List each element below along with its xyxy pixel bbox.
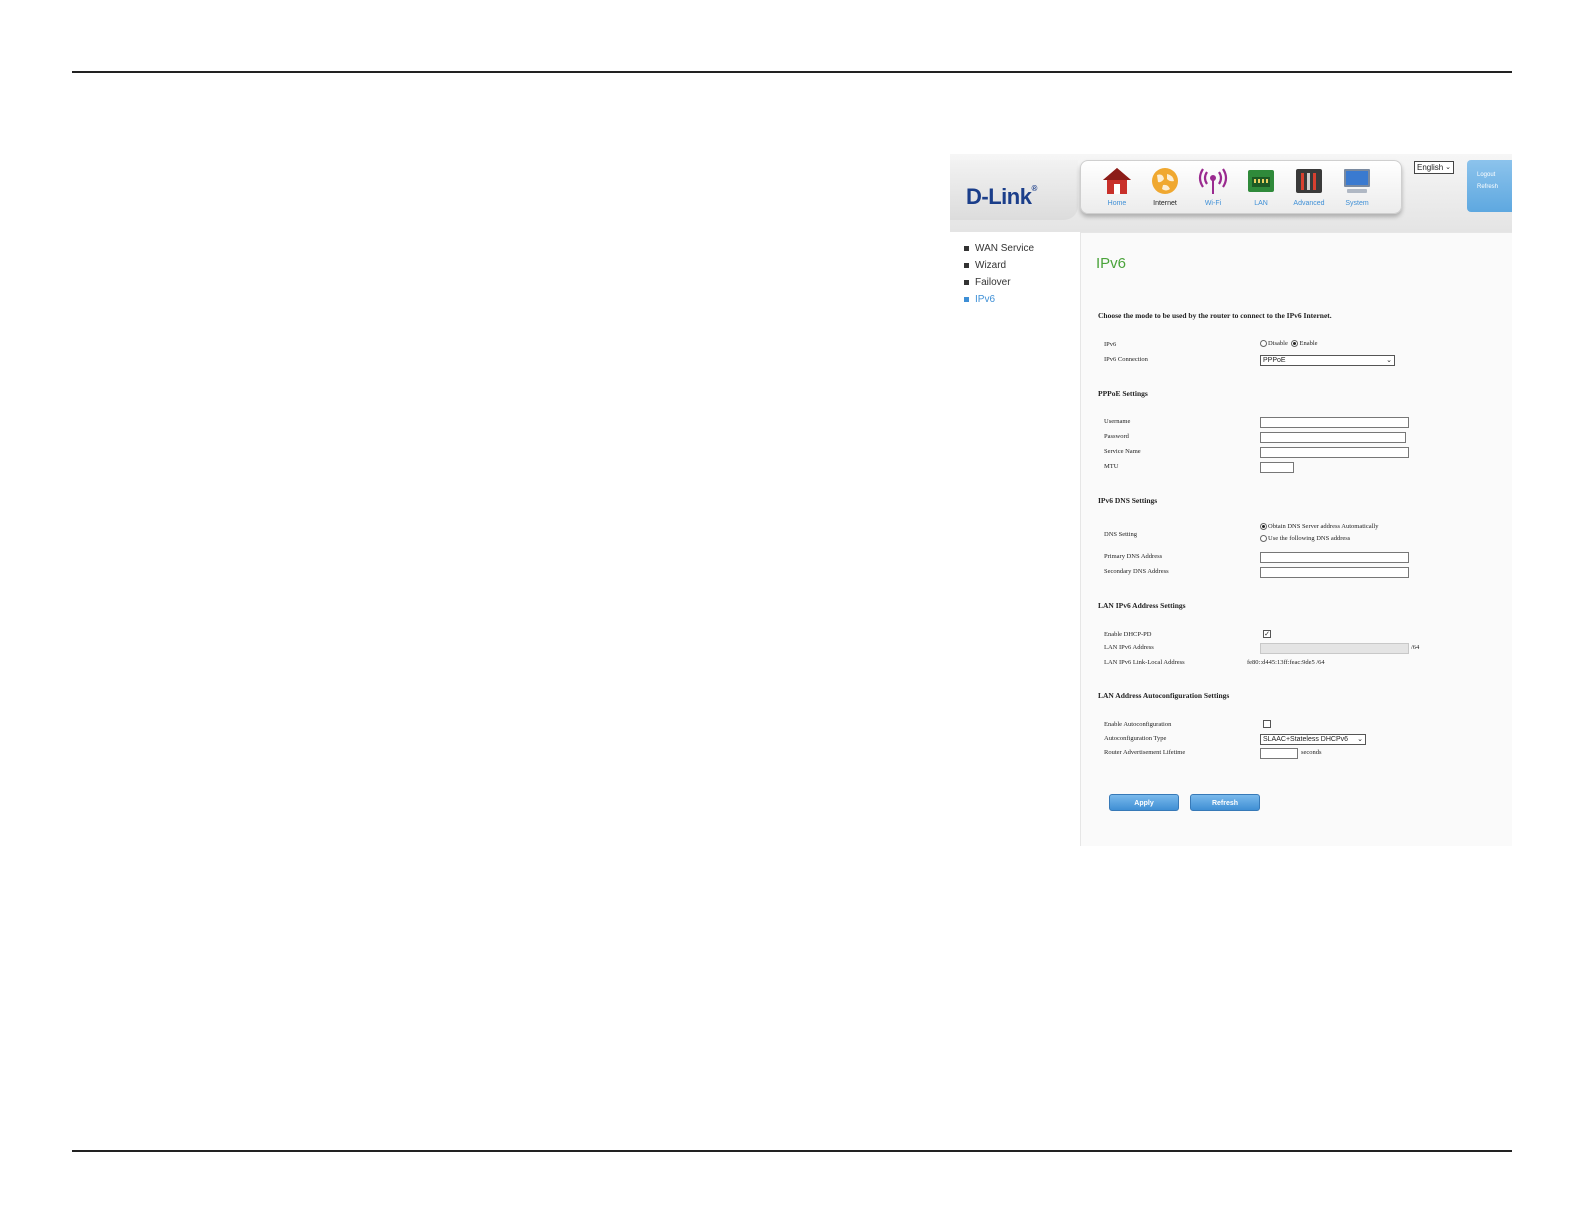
bullet-icon [964, 262, 969, 268]
chevron-down-icon: ⌄ [1357, 736, 1363, 743]
nav-internet[interactable]: Internet [1141, 165, 1189, 211]
page-title: IPv6 [1096, 255, 1127, 272]
password-label: Password [1104, 433, 1129, 440]
secondary-dns-label: Secondary DNS Address [1104, 568, 1169, 575]
nav-advanced-label: Advanced [1293, 200, 1325, 207]
nav-wifi-label: Wi-Fi [1204, 200, 1222, 207]
service-name-label: Service Name [1104, 448, 1141, 455]
sidebar-item-label: Failover [975, 277, 1011, 288]
chevron-down-icon: ⌄ [1386, 357, 1392, 364]
secondary-dns-input[interactable] [1260, 567, 1409, 578]
ra-lifetime-unit: seconds [1301, 749, 1322, 756]
dns-auto-option: Obtain DNS Server address Automatically [1260, 523, 1380, 531]
lan-ipv6-address-input [1260, 643, 1409, 654]
mtu-input[interactable] [1260, 462, 1294, 473]
main-content: IPv6 Choose the mode to be used by the r… [1080, 232, 1512, 846]
apply-button[interactable]: Apply [1109, 794, 1179, 811]
dns-section-title: IPv6 DNS Settings [1098, 496, 1158, 505]
nav-lan[interactable]: LAN [1237, 165, 1285, 211]
dhcp-pd-label: Enable DHCP-PD [1104, 631, 1152, 638]
wifi-icon [1198, 168, 1228, 194]
logo-panel: D-Link® [950, 160, 1078, 220]
sidebar-item-ipv6[interactable]: IPv6 [964, 291, 1080, 308]
logout-link[interactable]: Logout [1467, 160, 1512, 178]
dns-auto-label: Obtain DNS Server address Automatically [1268, 523, 1379, 531]
nav-home-label: Home [1107, 200, 1127, 207]
ipv6-connection-select[interactable]: PPPoE ⌄ [1260, 355, 1395, 366]
pppoe-section-title: PPPoE Settings [1098, 389, 1148, 398]
bottom-rule [72, 1150, 1512, 1152]
ipv6-label: IPv6 [1104, 341, 1117, 348]
sidebar-item-wan-service[interactable]: WAN Service [964, 240, 1080, 257]
tools-icon [1296, 169, 1322, 193]
autoconf-type-label: Autoconfiguration Type [1104, 735, 1167, 742]
username-input[interactable] [1260, 417, 1409, 428]
sidebar-item-label: IPv6 [975, 294, 996, 305]
refresh-link[interactable]: Refresh [1467, 178, 1512, 190]
top-rule [72, 71, 1512, 73]
bullet-icon [964, 245, 969, 251]
username-label: Username [1104, 418, 1131, 425]
enable-autoconf-label: Enable Autoconfiguration [1104, 721, 1172, 728]
lan-port-icon [1248, 170, 1274, 192]
sidebar-item-failover[interactable]: Failover [964, 274, 1080, 291]
lan-ipv6-prefix: /64 [1411, 644, 1420, 651]
service-name-input[interactable] [1260, 447, 1409, 458]
nav-internet-label: Internet [1153, 200, 1177, 207]
language-value: English [1417, 163, 1444, 172]
sidebar-item-label: Wizard [975, 260, 1007, 271]
chevron-down-icon: ⌄ [1445, 164, 1451, 171]
dns-auto-radio[interactable] [1260, 523, 1267, 531]
autoconf-section-title: LAN Address Autoconfiguration Settings [1098, 691, 1230, 700]
nav-system-label: System [1345, 200, 1369, 207]
mtu-label: MTU [1104, 463, 1119, 470]
dhcp-pd-checkbox[interactable]: ✓ [1263, 630, 1271, 638]
enable-autoconf-checkbox[interactable] [1263, 720, 1271, 728]
account-tab: Logout Refresh [1467, 160, 1512, 212]
ipv6-disable-label: Disable [1268, 340, 1288, 348]
bullet-icon [964, 279, 969, 285]
lan-ipv6-address-label: LAN IPv6 Address [1104, 644, 1154, 651]
intro-text: Choose the mode to be used by the router… [1098, 311, 1332, 320]
ipv6-disable-radio[interactable] [1260, 340, 1267, 348]
top-navbar: Home Internet Wi-Fi LAN Advanced System [1080, 160, 1402, 214]
sidebar-item-label: WAN Service [975, 243, 1035, 254]
sidebar-item-wizard[interactable]: Wizard [964, 257, 1080, 274]
ipv6-radio-group: Disable Enable [1260, 340, 1320, 348]
autoconf-type-select[interactable]: SLAAC+Stateless DHCPv6 ⌄ [1260, 734, 1366, 745]
primary-dns-label: Primary DNS Address [1104, 553, 1163, 560]
ipv6-connection-label: IPv6 Connection [1104, 356, 1148, 363]
nav-wifi[interactable]: Wi-Fi [1189, 165, 1237, 211]
router-screenshot: D-Link® Home Internet Wi-Fi LAN Advanced… [950, 154, 1512, 846]
dns-manual-option: Use the following DNS address [1260, 535, 1352, 543]
header: D-Link® Home Internet Wi-Fi LAN Advanced… [950, 154, 1512, 232]
dns-setting-label: DNS Setting [1104, 531, 1138, 538]
computer-icon [1344, 169, 1370, 193]
primary-dns-input[interactable] [1260, 552, 1409, 563]
ipv6-enable-label: Enable [1299, 340, 1318, 348]
password-input[interactable] [1260, 432, 1406, 443]
autoconf-type-value: SLAAC+Stateless DHCPv6 [1263, 736, 1349, 743]
home-icon [1103, 168, 1131, 194]
ra-lifetime-label: Router Advertisement Lifetime [1104, 749, 1186, 756]
language-select[interactable]: English ⌄ [1414, 161, 1454, 174]
sidebar: WAN Service Wizard Failover IPv6 [950, 234, 1080, 846]
link-local-value: fe80::d445:13ff:feac:9de5 /64 [1247, 659, 1325, 666]
link-local-label: LAN IPv6 Link-Local Address [1104, 659, 1185, 666]
ipv6-enable-radio[interactable] [1291, 340, 1299, 348]
ipv6-connection-value: PPPoE [1263, 357, 1286, 364]
nav-system[interactable]: System [1333, 165, 1381, 211]
refresh-button[interactable]: Refresh [1190, 794, 1260, 811]
dns-manual-label: Use the following DNS address [1268, 535, 1351, 543]
globe-icon [1152, 168, 1178, 194]
ra-lifetime-input[interactable] [1260, 748, 1298, 759]
nav-home[interactable]: Home [1093, 165, 1141, 211]
dlink-logo: D-Link® [966, 184, 1037, 209]
bullet-icon [964, 296, 969, 302]
dns-manual-radio[interactable] [1260, 535, 1267, 543]
nav-advanced[interactable]: Advanced [1285, 165, 1333, 211]
lan-ipv6-section-title: LAN IPv6 Address Settings [1098, 601, 1186, 610]
nav-lan-label: LAN [1254, 200, 1268, 207]
